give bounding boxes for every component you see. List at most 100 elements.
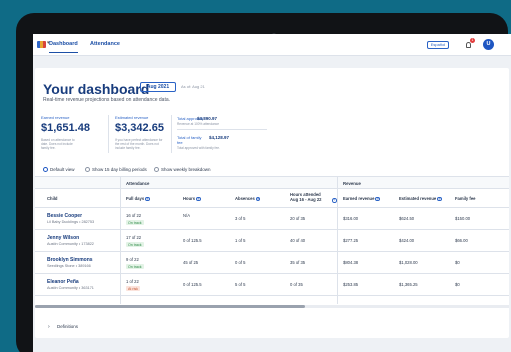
earned-revenue: $253.85 [343, 282, 359, 287]
column-divider [120, 176, 121, 304]
page-title: Your dashboard [43, 81, 150, 97]
header-label: Full days [126, 196, 145, 201]
status-badge: On track [126, 264, 144, 269]
hours: 0 of 125.5 [183, 282, 202, 287]
earned-revenue-note: Based on attendance to date. Does not in… [41, 138, 75, 150]
group-attendance: Attendance [126, 181, 150, 186]
absences: 1 of 5 [235, 238, 246, 243]
hours-attended: 40 of 40 [290, 238, 306, 243]
child-location: Austin Community • 173822 [47, 242, 94, 246]
radio-label: Show 15 day billing periods [92, 167, 147, 172]
column-divider [337, 176, 338, 304]
header-family-fee: Family fee [455, 196, 476, 201]
page-subtitle: Real-time revenue projections based on a… [43, 97, 171, 103]
divider [108, 115, 109, 153]
info-icon[interactable]: ? [375, 196, 380, 202]
family-fee-total-value: $4,128.97 [209, 134, 230, 140]
radio-label: Default view [50, 167, 75, 172]
hours-attended: 20 of 35 [290, 216, 306, 221]
full-days: 16 of 22 [126, 213, 142, 218]
header-full-days: Full days? [126, 196, 150, 202]
table-row[interactable]: Jenny Wilson Austin Community • 173822 1… [35, 230, 509, 252]
table-row[interactable]: Brooklyn Simmons Seedlings Stone • 38916… [35, 252, 509, 274]
estimated-revenue-note: If you have perfect attendance for the r… [115, 138, 163, 150]
chevron-right-icon: › [48, 324, 50, 330]
scrollbar-thumb[interactable] [35, 305, 305, 308]
total-approved-value: $3,890.97 [197, 115, 218, 121]
family-fee: $66.00 [455, 238, 468, 243]
tab-dashboard[interactable]: Dashboard [49, 41, 78, 53]
table-row[interactable]: Bessie Cooper Lil Baby Ducklings • 28275… [35, 208, 509, 230]
child-name[interactable]: Brooklyn Simmons [47, 257, 93, 263]
full-days: 17 of 22 [126, 235, 142, 240]
logo-icon[interactable] [37, 41, 46, 48]
header-label: Absences [235, 196, 255, 201]
radio-weekly[interactable] [154, 167, 159, 172]
notification-badge: 1 [470, 38, 475, 43]
radio-default-view[interactable] [43, 167, 48, 172]
child-location: Austin Community • 363171 [47, 286, 94, 290]
info-icon[interactable]: ? [196, 196, 201, 202]
family-fee-total-label: Total of family fee [177, 135, 202, 145]
family-fee: $0 [455, 282, 460, 287]
estimated-revenue: $1,028.00 [399, 260, 418, 265]
earned-revenue: $316.00 [343, 216, 359, 221]
table-row[interactable]: Eleanor Peña Austin Community • 363171 1… [35, 274, 509, 296]
dashboard-card: Your dashboard Aug 2021 As of: Aug 21 Re… [35, 68, 509, 338]
as-of-date: As of: Aug 21 [181, 84, 205, 89]
table-group-row: Attendance Revenue [35, 176, 509, 189]
status-badge: On track [126, 242, 144, 247]
hours-attended: 0 of 35 [290, 282, 303, 287]
estimated-revenue: $424.00 [399, 238, 415, 243]
divider [177, 129, 267, 130]
child-name[interactable]: Bessie Cooper [47, 213, 82, 219]
header-child: Child [47, 196, 58, 201]
avatar[interactable]: U [483, 39, 494, 50]
definitions-toggle[interactable]: › Definitions [35, 318, 509, 336]
status-badge: On track [126, 220, 144, 225]
header-hours-attended: Hours attended Aug 16 - Aug 22 [290, 192, 322, 202]
header-label: Estimated revenue [399, 196, 437, 201]
absences: 0 of 5 [235, 260, 246, 265]
estimated-revenue-label: Estimated revenue [115, 115, 149, 120]
hours: N/A [183, 213, 190, 218]
header-label: Earned revenue [343, 196, 375, 201]
definitions-label: Definitions [57, 324, 79, 329]
family-fee-total-note: Total approved with family fee. [177, 146, 220, 150]
month-selector[interactable]: Aug 2021 [140, 82, 176, 92]
child-name[interactable]: Jenny Wilson [47, 235, 79, 241]
status-badge: At risk [126, 286, 140, 291]
child-name[interactable]: Eleanor Peña [47, 279, 79, 285]
radio-15-day[interactable] [85, 167, 90, 172]
full-days: 1 of 22 [126, 279, 139, 284]
estimated-revenue: $1,365.25 [399, 282, 418, 287]
earned-revenue: $804.38 [343, 260, 359, 265]
total-approved-note: Revenue at 100% attendance [177, 122, 220, 126]
earned-revenue: $277.25 [343, 238, 359, 243]
info-icon[interactable]: ? [255, 196, 261, 202]
full-days: 9 of 22 [126, 257, 139, 262]
estimated-revenue-value: $3,342.65 [115, 122, 164, 134]
hours: 0 of 125.5 [183, 238, 202, 243]
earned-revenue-label: Earned revenue [41, 115, 70, 120]
info-icon[interactable]: ? [437, 196, 442, 202]
header-absences: Absences? [235, 196, 261, 202]
language-button[interactable]: Español [427, 41, 449, 49]
child-location: Lil Baby Ducklings • 282753 [47, 220, 95, 224]
family-fee: $0 [455, 260, 460, 265]
table-header-row: Child Full days? Hours? Absences? Hours … [35, 189, 509, 208]
hours-attended: 35 of 35 [290, 260, 306, 265]
header-label: Hours [183, 196, 196, 201]
group-revenue: Revenue [343, 181, 361, 186]
info-icon[interactable]: ? [145, 196, 150, 202]
bell-icon[interactable] [466, 42, 471, 48]
info-icon[interactable]: ? [332, 198, 337, 203]
estimated-revenue: $624.50 [399, 216, 415, 221]
app-screen: ▾ Dashboard Attendance Español 1 U Your … [33, 34, 511, 352]
top-nav: ▾ Dashboard Attendance Español 1 U [33, 34, 511, 56]
absences: 5 of 5 [235, 282, 246, 287]
earned-revenue-value: $1,651.48 [41, 122, 90, 134]
family-fee: $150.00 [455, 216, 471, 221]
divider [171, 115, 172, 153]
tab-attendance[interactable]: Attendance [90, 41, 120, 47]
